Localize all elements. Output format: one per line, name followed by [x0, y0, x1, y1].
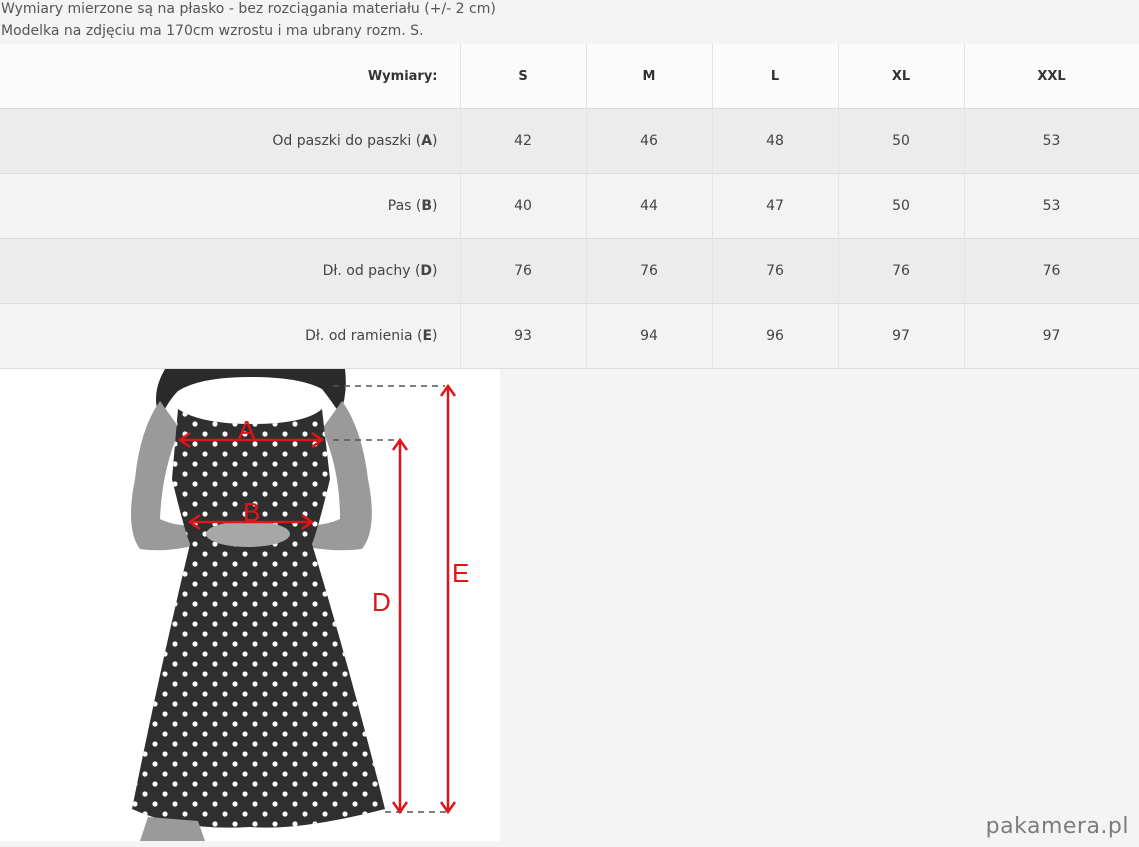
row-label: Dł. od pachy (D)	[0, 238, 461, 304]
model-note: Modelka na zdjęciu ma 170cm wzrostu i ma…	[1, 23, 424, 39]
row-label: Dł. od ramienia (E)	[0, 303, 461, 369]
table-row: Dł. od ramienia (E) 93 94 96 97 97	[0, 303, 1139, 369]
row-label: Od paszki do paszki (A)	[0, 108, 461, 174]
size-header: L	[712, 44, 839, 109]
table-cell: 40	[460, 173, 587, 239]
pakamera-watermark: pakamera.pl	[985, 814, 1129, 839]
table-cell: 97	[964, 303, 1139, 369]
table-row: Od paszki do paszki (A) 42 46 48 50 53	[0, 108, 1139, 174]
measurement-figure: A B D E	[0, 369, 500, 841]
table-cell: 76	[712, 238, 839, 304]
table-cell: 76	[460, 238, 587, 304]
table-cell: 53	[964, 108, 1139, 174]
table-cell: 42	[460, 108, 587, 174]
header-label: Wymiary:	[0, 44, 461, 109]
measure-arrow-e	[439, 383, 457, 815]
measure-arrow-d	[391, 437, 409, 815]
table-cell: 46	[586, 108, 713, 174]
measurement-note: Wymiary mierzone są na płasko - bez rozc…	[1, 1, 496, 17]
size-header: XXL	[964, 44, 1139, 109]
size-header: M	[586, 44, 713, 109]
hair-shape	[156, 369, 346, 419]
dress-measurement-illustration: A B D E	[131, 369, 469, 841]
table-cell: 76	[586, 238, 713, 304]
table-row: Pas (B) 40 44 47 50 53	[0, 173, 1139, 239]
table-cell: 97	[838, 303, 965, 369]
table-cell: 44	[586, 173, 713, 239]
table-cell: 53	[964, 173, 1139, 239]
table-cell: 93	[460, 303, 587, 369]
table-cell: 76	[964, 238, 1139, 304]
table-cell: 76	[838, 238, 965, 304]
table-cell: 48	[712, 108, 839, 174]
size-header: XL	[838, 44, 965, 109]
size-header: S	[460, 44, 587, 109]
table-cell: 96	[712, 303, 839, 369]
table-cell: 50	[838, 173, 965, 239]
table-cell: 47	[712, 173, 839, 239]
label-b: B	[243, 497, 260, 527]
size-table: Wymiary: S M L XL XXL Od paszki do paszk…	[0, 44, 1139, 369]
row-label: Pas (B)	[0, 173, 461, 239]
table-cell: 50	[838, 108, 965, 174]
table-header-row: Wymiary: S M L XL XXL	[0, 44, 1139, 109]
label-d: D	[372, 587, 391, 617]
label-a: A	[238, 415, 256, 445]
table-row: Dł. od pachy (D) 76 76 76 76 76	[0, 238, 1139, 304]
label-e: E	[452, 558, 469, 588]
table-cell: 94	[586, 303, 713, 369]
